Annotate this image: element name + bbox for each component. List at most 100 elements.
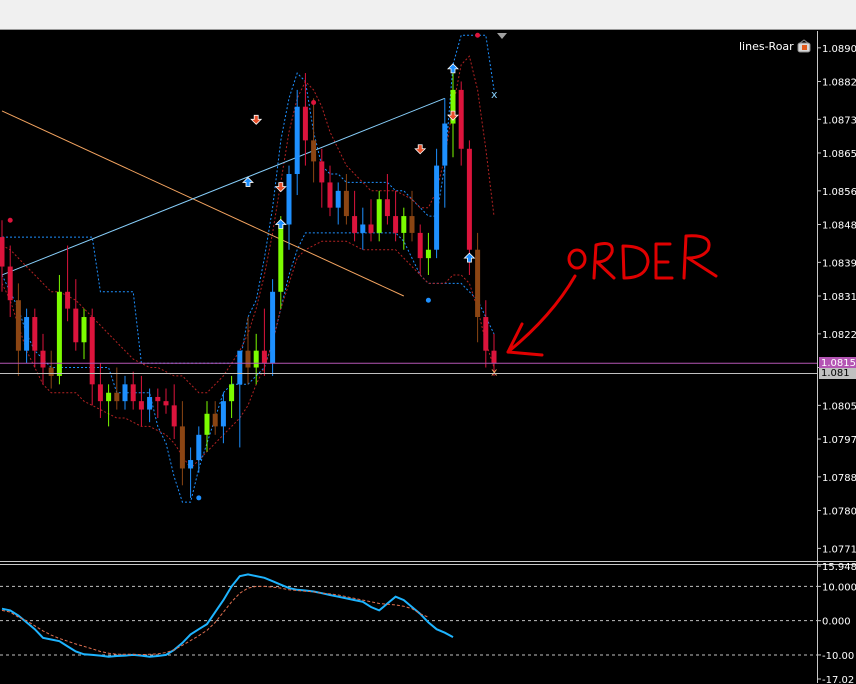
candle[interactable] bbox=[311, 98, 317, 183]
candle[interactable] bbox=[122, 375, 128, 410]
candle-body bbox=[212, 413, 218, 427]
price-chart-panel[interactable]: 1.0890 1.0882 1.0873 1.0865 1.0856 1.0848 1.08… bbox=[0, 31, 856, 683]
signal-dot bbox=[7, 217, 13, 223]
candle[interactable] bbox=[278, 216, 284, 309]
candle[interactable] bbox=[237, 350, 243, 448]
price-tick-label: 1.0848 bbox=[822, 220, 856, 231]
candle[interactable] bbox=[179, 401, 185, 486]
sell-arrow-icon bbox=[414, 144, 427, 155]
candle-body bbox=[286, 174, 292, 225]
candle-body bbox=[442, 123, 448, 166]
indicator-settings-icon[interactable] bbox=[797, 39, 811, 53]
candle[interactable] bbox=[253, 333, 259, 385]
oscillator-tick-label: 10.000 bbox=[822, 582, 856, 593]
buy-arrow-icon bbox=[274, 218, 287, 229]
candle[interactable] bbox=[171, 384, 177, 440]
candle-body bbox=[204, 413, 210, 435]
candle[interactable] bbox=[434, 148, 440, 259]
candle[interactable] bbox=[475, 232, 481, 343]
buy-arrow-icon bbox=[242, 176, 254, 187]
candle[interactable] bbox=[15, 283, 21, 376]
candle[interactable] bbox=[229, 375, 235, 418]
oscillator-tick-label: 15.948 bbox=[822, 562, 856, 573]
candle-body bbox=[376, 199, 382, 233]
candle-body bbox=[417, 232, 423, 259]
price-tick-label: 1.0882 bbox=[822, 77, 856, 88]
candle[interactable] bbox=[483, 300, 489, 368]
candle[interactable] bbox=[163, 388, 169, 414]
price-tick-label: 1.0780 bbox=[822, 507, 856, 518]
candle[interactable] bbox=[425, 232, 431, 275]
candle[interactable] bbox=[376, 190, 382, 242]
candle-body bbox=[483, 317, 489, 351]
candle[interactable] bbox=[89, 308, 95, 406]
candle-body bbox=[261, 350, 267, 364]
candle[interactable] bbox=[360, 207, 366, 250]
candle[interactable] bbox=[204, 401, 210, 452]
candle[interactable] bbox=[155, 388, 161, 418]
oscillator-tick-label: -10.00 bbox=[822, 651, 854, 662]
candle[interactable] bbox=[188, 447, 194, 498]
annotation-stroke bbox=[621, 244, 650, 280]
candle-body bbox=[155, 396, 161, 402]
price-tick-label: 1.0865 bbox=[822, 149, 856, 160]
candle[interactable] bbox=[327, 165, 333, 217]
candle[interactable] bbox=[319, 148, 325, 208]
candle[interactable] bbox=[81, 308, 87, 360]
candle[interactable] bbox=[32, 308, 38, 368]
candle-body bbox=[335, 190, 341, 208]
candle[interactable] bbox=[220, 392, 226, 444]
candle[interactable] bbox=[106, 384, 112, 427]
candle-body bbox=[270, 291, 276, 364]
candle-body bbox=[179, 426, 185, 469]
candle[interactable] bbox=[270, 279, 276, 376]
candle[interactable] bbox=[130, 371, 136, 410]
candle[interactable] bbox=[65, 245, 71, 322]
candle[interactable] bbox=[401, 207, 407, 250]
candle[interactable] bbox=[458, 81, 464, 166]
sell-arrow-icon bbox=[250, 114, 263, 125]
candle[interactable] bbox=[352, 190, 358, 242]
candle[interactable] bbox=[97, 363, 103, 418]
trendline bbox=[1, 97, 445, 276]
candle[interactable] bbox=[261, 308, 267, 376]
oscillator-panel[interactable]: 15.948 10.000 0.000 -10.00 -17.02 bbox=[0, 562, 856, 684]
candle-body bbox=[237, 350, 243, 385]
candle[interactable] bbox=[0, 220, 5, 292]
candle-body bbox=[278, 224, 284, 292]
candle[interactable] bbox=[294, 89, 300, 196]
candle[interactable] bbox=[196, 426, 202, 473]
candle-body bbox=[81, 317, 87, 343]
annotation-stroke bbox=[592, 242, 616, 280]
price-tick-label: 1.0839 bbox=[822, 258, 856, 269]
sell-arrow-icon bbox=[274, 182, 287, 193]
candle-body bbox=[425, 249, 431, 259]
candle[interactable] bbox=[417, 224, 423, 275]
indicator-name-label: lines-Roar bbox=[739, 40, 794, 53]
candle[interactable] bbox=[138, 375, 144, 427]
price-tick-label: 1.0856 bbox=[822, 187, 856, 198]
shift-marker-icon[interactable] bbox=[497, 33, 507, 39]
candle[interactable] bbox=[302, 73, 308, 166]
candle-body bbox=[409, 216, 415, 233]
candle[interactable] bbox=[368, 199, 374, 242]
candle-body bbox=[196, 434, 202, 461]
candle[interactable] bbox=[343, 174, 349, 225]
candle-body bbox=[466, 148, 472, 250]
candle[interactable] bbox=[48, 350, 54, 389]
candle[interactable] bbox=[384, 174, 390, 225]
candle[interactable] bbox=[335, 182, 341, 225]
candle[interactable] bbox=[442, 98, 448, 208]
candle[interactable] bbox=[393, 190, 399, 242]
signal-dot bbox=[425, 297, 431, 303]
candle[interactable] bbox=[212, 401, 218, 435]
candle-body bbox=[245, 350, 251, 368]
candle[interactable] bbox=[286, 165, 292, 250]
candle[interactable] bbox=[73, 279, 79, 351]
candle[interactable] bbox=[56, 274, 62, 385]
candle-body bbox=[147, 396, 153, 410]
chart-canvas[interactable]: 1.0890 1.0882 1.0873 1.0865 1.0856 1.0848 1.08… bbox=[0, 0, 856, 684]
candle[interactable] bbox=[147, 388, 153, 423]
candle-body bbox=[401, 216, 407, 233]
candle[interactable] bbox=[40, 333, 46, 385]
